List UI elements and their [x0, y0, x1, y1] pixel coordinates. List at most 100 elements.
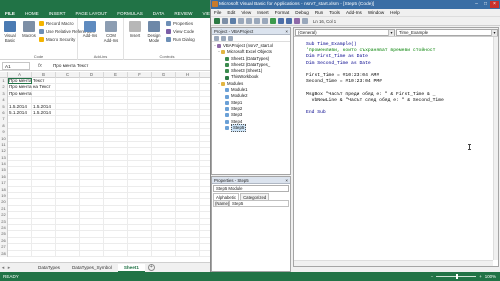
zoom-slider[interactable]: [436, 274, 477, 279]
tab-alphabetic[interactable]: Alphabetic: [213, 193, 240, 200]
macros-button[interactable]: Macros: [20, 21, 38, 38]
tree-item[interactable]: Step5: [212, 123, 290, 133]
code-combos: (General) ▾ Time_Example ▾: [294, 28, 498, 37]
ribbon-tab-data[interactable]: DATA: [148, 9, 170, 18]
menu-edit[interactable]: Edit: [224, 10, 238, 15]
copy-icon[interactable]: [246, 18, 252, 24]
sheet-tabs: DataTypes DataTypes_Symbol Sheet1: [32, 263, 145, 272]
close-icon[interactable]: ×: [285, 177, 288, 183]
ribbon-group-label: Code: [33, 54, 44, 59]
cut-icon[interactable]: [238, 18, 244, 24]
ribbon-group-label: Add-ins: [93, 54, 108, 59]
worksheet-grid[interactable]: ABCDEFGH 1 Про мента Текст 2 Про мента на Т…: [0, 72, 210, 262]
com-addins-button[interactable]: COM Add-Ins: [102, 21, 120, 43]
properties-button[interactable]: Properties: [166, 20, 193, 27]
sheet-icon: [225, 63, 229, 68]
cell-e28[interactable]: [104, 250, 128, 257]
vertical-scrollbar[interactable]: [493, 37, 498, 260]
vba-window-title: Microsoft Visual Basic for Applications …: [219, 2, 375, 7]
code-editor[interactable]: Sub Time_Example()'променливи, които съх…: [294, 37, 498, 266]
mouse-ibeam-cursor-icon: [468, 144, 471, 150]
close-icon[interactable]: ×: [490, 1, 499, 8]
properties-grid-row[interactable]: (Name) Step5: [213, 200, 289, 207]
toggle-folders-icon[interactable]: [228, 35, 233, 41]
name-box[interactable]: A1: [2, 61, 30, 70]
property-value[interactable]: Step5: [230, 201, 288, 206]
menu-insert[interactable]: Insert: [254, 10, 272, 15]
insert-control-button[interactable]: Insert: [126, 21, 144, 38]
view-code-button[interactable]: View Code: [166, 28, 194, 35]
visual-basic-button[interactable]: Visual Basic: [1, 21, 19, 43]
menu-run[interactable]: Run: [312, 10, 326, 15]
sheet-tab-datatypes[interactable]: DataTypes: [32, 264, 66, 272]
properties-window-icon[interactable]: [302, 18, 308, 24]
cell-b28[interactable]: [32, 250, 56, 257]
cell-f28[interactable]: [128, 250, 152, 257]
row-header[interactable]: 28: [0, 250, 8, 257]
macro-security-icon: [39, 37, 44, 42]
reset-icon[interactable]: [286, 18, 292, 24]
cell-a28[interactable]: [8, 250, 32, 257]
menu-window[interactable]: Window: [365, 10, 387, 15]
menu-debug[interactable]: Debug: [292, 10, 312, 15]
minimize-icon[interactable]: –: [472, 1, 481, 8]
fx-icon[interactable]: fx: [30, 63, 50, 69]
sheet-tab-sheet1[interactable]: Sheet1: [117, 263, 145, 272]
insert-module-icon[interactable]: [222, 18, 228, 24]
zoom-level[interactable]: 100%: [485, 274, 496, 279]
cell-h28[interactable]: [176, 250, 200, 257]
view-code-icon[interactable]: [214, 35, 219, 41]
sheet-row: 28: [0, 250, 210, 257]
formula-input[interactable]: Про мента Текст: [50, 62, 210, 70]
view-object-icon[interactable]: [221, 35, 226, 41]
menu-file[interactable]: File: [211, 10, 224, 15]
break-icon[interactable]: [278, 18, 284, 24]
cell-c28[interactable]: [56, 250, 80, 257]
addins-button[interactable]: Add-Ins: [81, 21, 99, 38]
paste-icon[interactable]: [254, 18, 260, 24]
ribbon-tabs: FILE HOME INSERT PAGE LAYOUT FORMULAS DATA REV…: [0, 9, 258, 18]
procedure-dropdown[interactable]: Time_Example ▾: [396, 28, 498, 36]
horizontal-scrollbar[interactable]: [294, 260, 493, 266]
status-ready: READY: [3, 274, 19, 279]
object-dropdown[interactable]: (General) ▾: [295, 28, 395, 36]
properties-object-select[interactable]: Step5 Module: [213, 185, 289, 192]
ribbon-tab-insert[interactable]: INSERT: [44, 9, 71, 18]
save-icon[interactable]: [230, 18, 236, 24]
view-excel-icon[interactable]: [214, 18, 220, 24]
ribbon-tab-home[interactable]: HOME: [20, 9, 44, 18]
properties-title: Properties - Step5 ×: [212, 177, 290, 184]
design-mode-button[interactable]: Design Mode: [145, 21, 163, 43]
project-explorer-icon[interactable]: [294, 18, 300, 24]
sheet-tab-datatypes-symbol[interactable]: DataTypes_Symbol: [66, 264, 118, 272]
proj-icon: [217, 44, 221, 49]
add-sheet-icon[interactable]: +: [147, 264, 155, 271]
run-dialog-button[interactable]: Run Dialog: [166, 36, 195, 43]
next-sheet-icon[interactable]: ▸: [6, 265, 12, 271]
menu-help[interactable]: Help: [387, 10, 402, 15]
run-icon[interactable]: [270, 18, 276, 24]
record-macro-button[interactable]: Record Macro: [39, 20, 74, 27]
code-line[interactable]: End Sub: [306, 110, 498, 116]
zoom-out-icon[interactable]: −: [431, 274, 434, 279]
menu-view[interactable]: View: [238, 10, 254, 15]
project-explorer-toolbar: [212, 35, 290, 42]
ribbon-tab-formulas[interactable]: FORMULAS: [112, 9, 148, 18]
ribbon-tab-page-layout[interactable]: PAGE LAYOUT: [71, 9, 113, 18]
menu-addins[interactable]: Add-Ins: [343, 10, 365, 15]
sheet-tab-bar: ◂ ▸ DataTypes DataTypes_Symbol Sheet1 +: [0, 262, 210, 272]
cell-g28[interactable]: [152, 250, 176, 257]
maximize-icon[interactable]: □: [481, 1, 490, 8]
vba-menu-bar: File Edit View Insert Format Debug Run Tools Add…: [211, 9, 500, 17]
zoom-thumb[interactable]: [456, 274, 459, 279]
find-icon[interactable]: [262, 18, 268, 24]
tab-categorized[interactable]: Categorized: [240, 193, 270, 200]
cell-d28[interactable]: [80, 250, 104, 257]
zoom-in-icon[interactable]: +: [479, 274, 482, 279]
close-icon[interactable]: ×: [285, 28, 288, 34]
ribbon-tab-file[interactable]: FILE: [0, 9, 20, 18]
menu-format[interactable]: Format: [272, 10, 293, 15]
macro-security-button[interactable]: Macro Security: [39, 36, 75, 43]
menu-tools[interactable]: Tools: [326, 10, 343, 15]
ribbon-tab-review[interactable]: REVIEW: [169, 9, 197, 18]
